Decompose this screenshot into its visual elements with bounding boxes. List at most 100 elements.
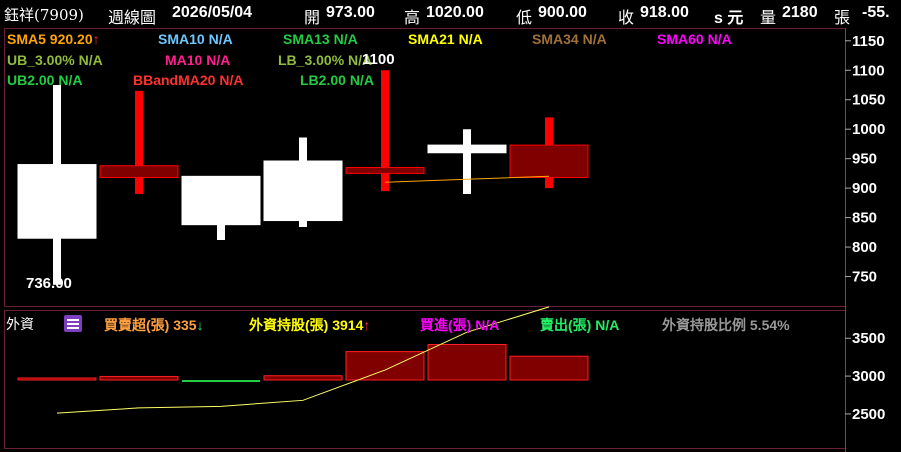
close-label: 收 — [618, 10, 635, 27]
price-tick-label: 900 — [852, 180, 877, 197]
volume-label: 量 — [760, 10, 777, 27]
price-tick-label: 950 — [852, 151, 877, 168]
legend-value: N/A — [206, 52, 231, 68]
legend-label: LB_3.00% — [278, 52, 345, 68]
list-icon[interactable] — [64, 315, 82, 332]
legend-value: 3914 — [332, 317, 364, 333]
legend-label: SMA10 — [158, 31, 205, 47]
high-label: 高 — [404, 10, 421, 27]
legend-value: N/A — [458, 31, 483, 47]
arrow-up-icon: ↑ — [92, 31, 100, 47]
open-value: 973.00 — [326, 4, 375, 21]
legend-ub2[interactable]: UB2.00 N/A — [7, 72, 82, 88]
candle-body — [509, 144, 589, 179]
legend-value: N/A — [78, 52, 103, 68]
legend-sma60[interactable]: SMA60 N/A — [657, 31, 732, 47]
legend-value: 920.20 — [49, 31, 93, 47]
arrow-up-icon: ↑ — [363, 317, 371, 333]
legend-sma10[interactable]: SMA10 N/A — [158, 31, 233, 47]
net-buy-bar — [263, 375, 343, 381]
candle-body — [17, 164, 97, 239]
volume-tick-label: 3500 — [852, 330, 885, 347]
legend-label: SMA34 — [532, 31, 579, 47]
legend-sma13[interactable]: SMA13 N/A — [283, 31, 358, 47]
volume-tick-label: 2500 — [852, 406, 885, 423]
candle-body — [99, 165, 179, 179]
legend-ma10[interactable]: MA10 N/A — [165, 52, 230, 68]
legend-lb2[interactable]: LB2.00 N/A — [300, 72, 374, 88]
legend-label: UB2.00 — [7, 72, 55, 88]
price-tick-label: 800 — [852, 239, 877, 256]
low-label: 低 — [516, 10, 533, 27]
legend-sma34[interactable]: SMA34 N/A — [532, 31, 607, 47]
net-buy-bar — [509, 355, 589, 381]
low-value: 900.00 — [538, 4, 587, 21]
net-sell-bar — [182, 380, 260, 382]
candle-body — [345, 167, 425, 174]
price-tick-label: 1150 — [852, 33, 885, 50]
net-buy-bar — [427, 344, 507, 381]
lower-panel-title[interactable]: 外資 — [6, 314, 34, 334]
close-value: 918.00 — [640, 4, 689, 21]
legend-value: 335 — [173, 317, 197, 333]
legend-label: UB_3.00% — [7, 52, 75, 68]
net-buy-bar — [345, 351, 425, 381]
net-buy-bar — [99, 375, 179, 381]
legend-sell[interactable]: 賣出(張) N/A — [540, 315, 619, 335]
legend-label: SMA60 — [657, 31, 704, 47]
legend-holding-ratio[interactable]: 外資持股比例 5.54% — [662, 315, 790, 335]
high-value: 1020.00 — [426, 4, 484, 21]
legend-sma5[interactable]: SMA5 920.20↑ — [7, 31, 100, 47]
quote-header: 鈺祥(7909) 週線圖 2026/05/04 開 973.00 高 1020.… — [0, 0, 901, 28]
legend-value: N/A — [219, 72, 244, 88]
price-tick-label: 850 — [852, 210, 877, 227]
price-tick-label: 750 — [852, 269, 877, 286]
legend-value: N/A — [475, 317, 500, 333]
period-label[interactable]: 週線圖 — [108, 4, 156, 28]
legend-value: N/A — [582, 31, 607, 47]
legend-value: 5.54% — [749, 317, 790, 333]
legend-label: SMA5 — [7, 31, 46, 47]
legend-label: LB2.00 — [300, 72, 346, 88]
legend-label: 買進(張) — [420, 317, 472, 333]
legend-label: 賣出(張) — [540, 317, 592, 333]
legend-value: N/A — [58, 72, 83, 88]
legend-ub[interactable]: UB_3.00% N/A — [7, 52, 103, 68]
candle-body — [427, 144, 507, 154]
volume-tick-label: 3000 — [852, 368, 885, 385]
legend-value: N/A — [333, 31, 358, 47]
legend-bbandma20[interactable]: BBandMA20 N/A — [133, 72, 243, 88]
legend-lb[interactable]: LB_3.00% N/A — [278, 52, 372, 68]
legend-value: N/A — [349, 72, 374, 88]
legend-label: 外資持股(張) — [249, 317, 329, 333]
open-label: 開 — [304, 10, 321, 27]
price-unit: s 元 — [714, 10, 744, 27]
legend-sma21[interactable]: SMA21 N/A — [408, 31, 483, 47]
price-tick-label: 1000 — [852, 121, 885, 138]
arrow-down-icon: ↓ — [196, 317, 204, 333]
volume-value: 2180 — [782, 4, 818, 21]
legend-net-buy[interactable]: 買賣超(張) 335↓ — [104, 315, 204, 335]
legend-label: BBandMA20 — [133, 72, 216, 88]
change-value: -55. — [862, 4, 890, 21]
net-buy-bar — [17, 377, 97, 381]
legend-label: SMA21 — [408, 31, 455, 47]
price-tick-label: 1100 — [852, 62, 885, 79]
price-tick-label: 1050 — [852, 92, 885, 109]
legend-label: SMA13 — [283, 31, 330, 47]
min-price-annotation: 736.00 — [26, 275, 72, 292]
volume-unit: 張 — [834, 10, 851, 27]
chart-canvas[interactable]: 750 800 850 900 950 1000 1050 1100 1150 2500 3000… — [0, 0, 901, 452]
legend-value: N/A — [707, 31, 732, 47]
candle-body — [263, 160, 343, 222]
legend-value: N/A — [208, 31, 233, 47]
date-value: 2026/05/04 — [172, 4, 253, 21]
legend-holdings[interactable]: 外資持股(張) 3914↑ — [249, 315, 370, 335]
legend-label: MA10 — [165, 52, 203, 68]
stock-name[interactable]: 鈺祥(7909) — [4, 4, 84, 25]
candle-body — [181, 175, 261, 226]
legend-label: 買賣超(張) — [104, 317, 170, 333]
legend-value: N/A — [595, 317, 620, 333]
legend-label: 外資持股比例 — [662, 317, 746, 333]
legend-buy[interactable]: 買進(張) N/A — [420, 315, 499, 335]
